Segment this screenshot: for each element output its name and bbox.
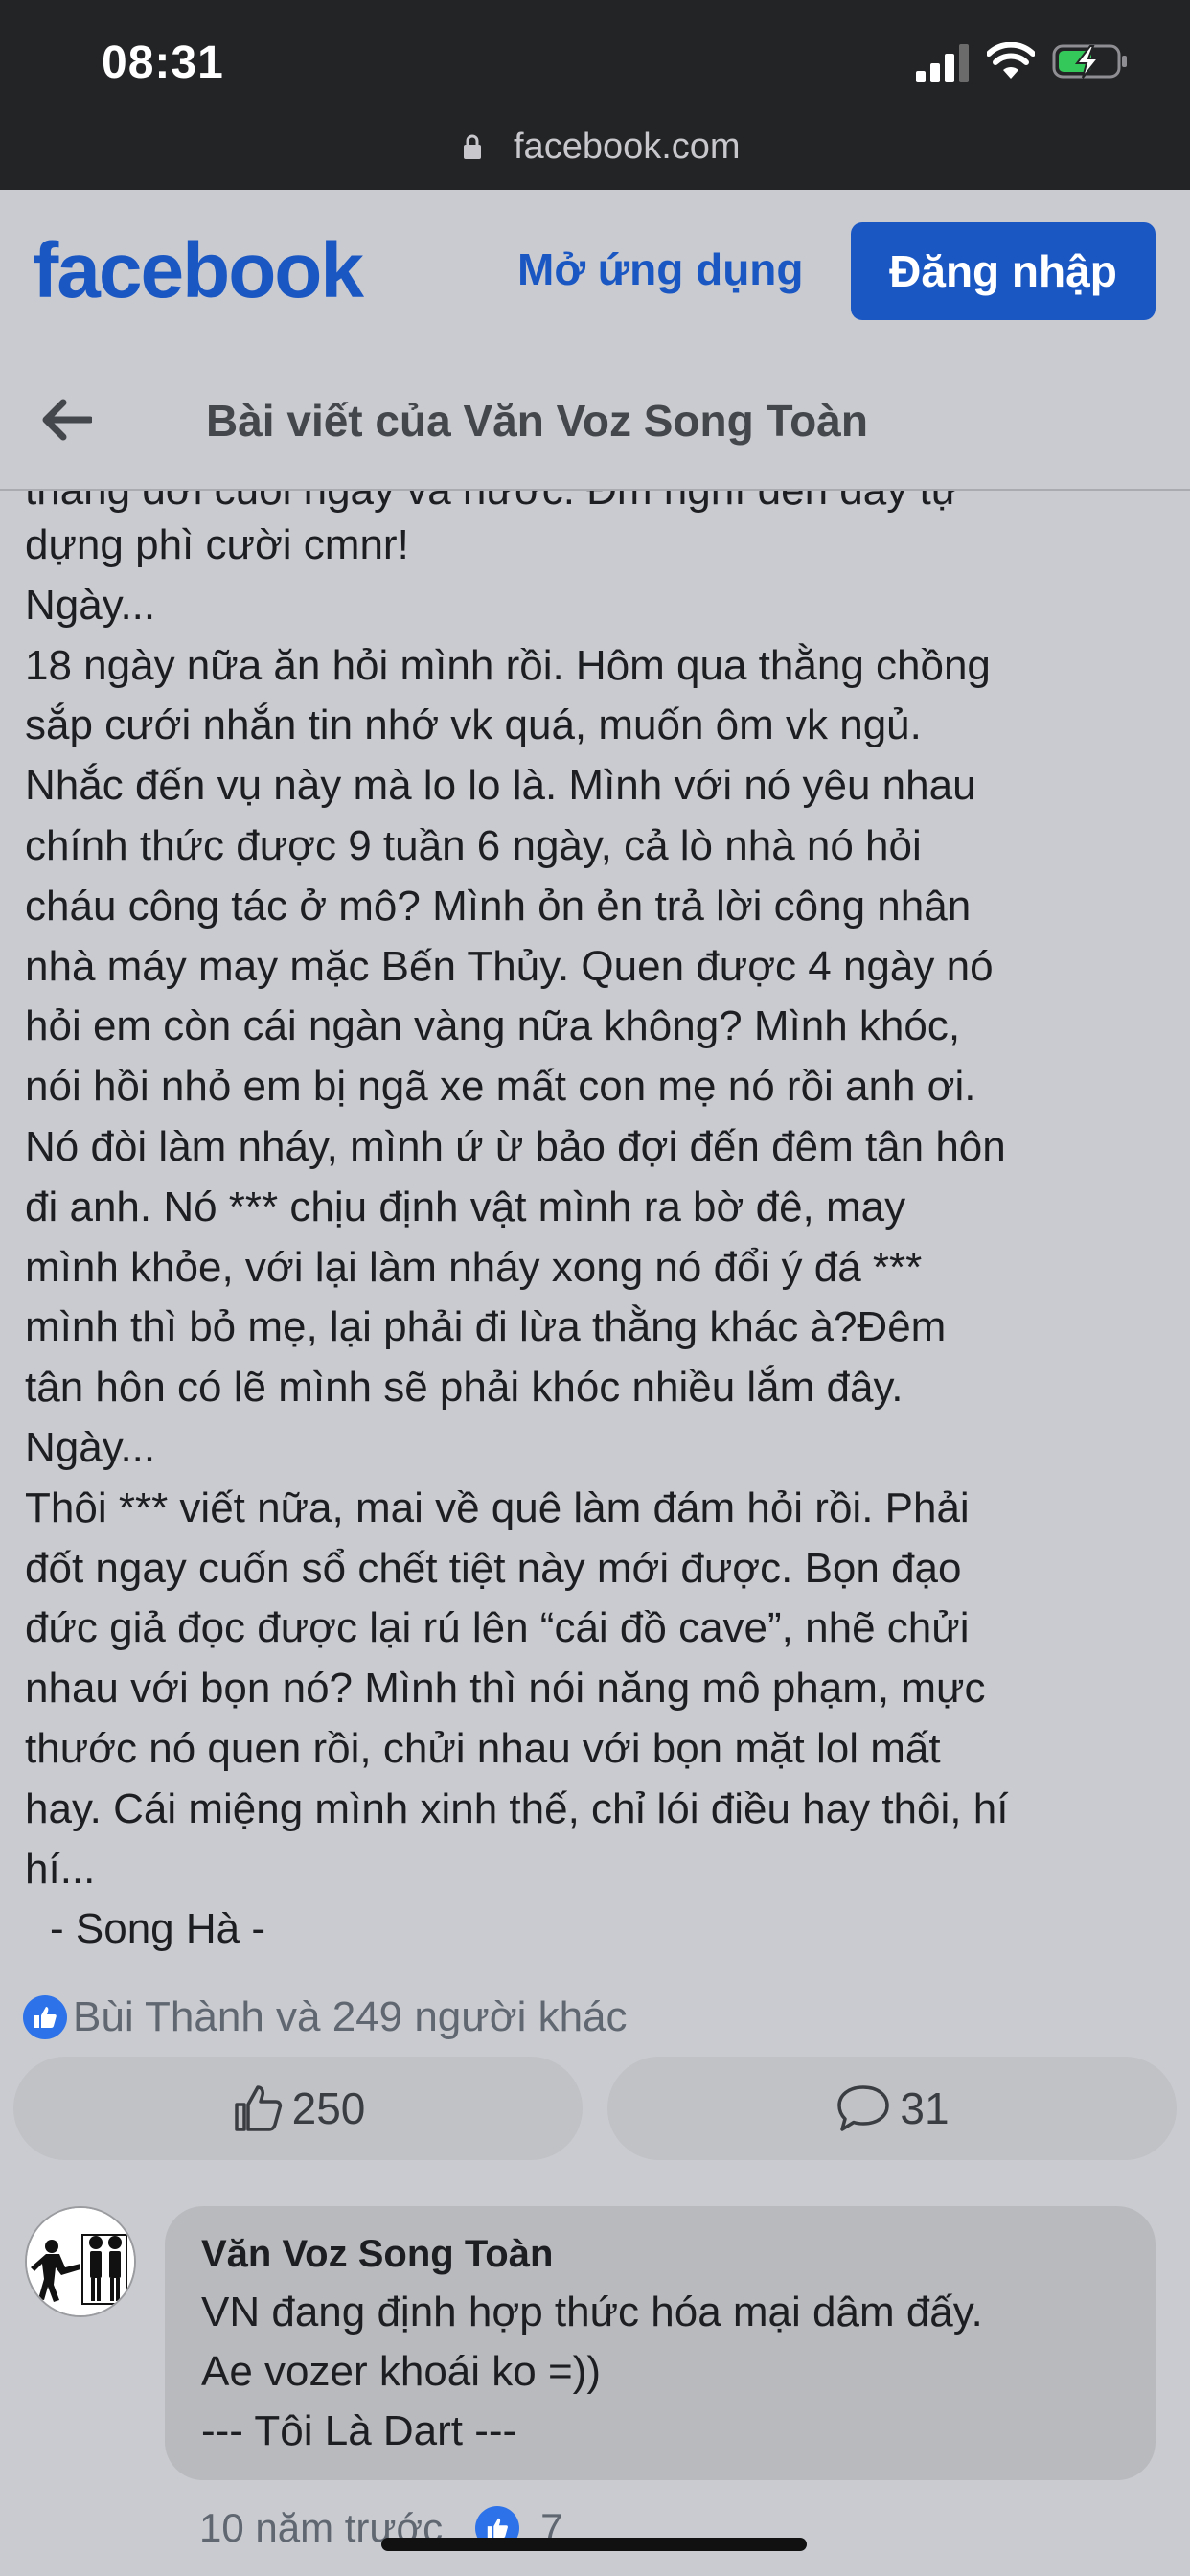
post-line: nói hồi nhỏ em bị ngã xe mất con mẹ nó r… — [25, 1063, 976, 1111]
post-line: sắp cưới nhắn tin nhớ vk quá, muốn ôm vk… — [25, 702, 922, 749]
status-time: 08:31 — [102, 37, 224, 88]
post-line: dựng phì cười cmnr! — [25, 521, 409, 568]
comment-button[interactable]: 31 — [607, 2057, 1177, 2160]
post-line: mình thì bỏ mẹ, lại phải đi lừa thằng kh… — [25, 1303, 947, 1351]
like-icon — [23, 1995, 67, 2039]
facebook-header: facebook Mở ứng dụng Đăng nhập — [0, 190, 1190, 355]
status-bar: 08:31 — [0, 0, 1190, 113]
post-line: Nó đòi làm nháy, mình ứ ừ bảo đợi đến đê… — [25, 1122, 1006, 1170]
post-line: hay. Cái miệng mình xinh thế, chỉ lói đi… — [25, 1784, 1009, 1832]
post-line: đi anh. Nó *** chịu định vật mình ra bờ … — [25, 1183, 906, 1230]
post-line: tân hôn có lẽ mình sẽ phải khóc nhiều lắ… — [25, 1364, 904, 1412]
like-icon — [234, 2085, 282, 2131]
reactions-text: Bùi Thành và 249 người khác — [73, 1993, 628, 2040]
post-line: thước nó quen rồi, chửi nhau với bọn mặt… — [25, 1724, 941, 1772]
comment-count: 31 — [900, 2083, 950, 2133]
post-line: đốt ngay cuốn sổ chết tiệt này mới được.… — [25, 1544, 962, 1592]
comment-author[interactable]: Văn Voz Song Toàn — [201, 2233, 553, 2276]
post-line: Thôi *** viết nữa, mai về quê làm đám hỏ… — [25, 1484, 970, 1531]
like-count: 250 — [291, 2083, 366, 2133]
page-title: Bài viết của Văn Voz Song Toàn — [206, 396, 868, 446]
lock-icon — [464, 134, 481, 159]
post-line: đức giả đọc được lại rú lên “cái đồ cave… — [25, 1604, 970, 1652]
home-indicator[interactable] — [381, 2538, 807, 2551]
reactions-summary[interactable]: Bùi Thành và 249 người khác — [23, 1990, 628, 2045]
post-line: Ngày... — [25, 1423, 156, 1471]
login-button[interactable]: Đăng nhập — [851, 222, 1156, 320]
post-line: cháu công tác ở mô? Mình ỏn ẻn trả lời c… — [25, 882, 972, 930]
comment-bubble: Văn Voz Song Toàn VN đang định hợp thức … — [165, 2206, 1156, 2480]
post-line: nhau với bọn nó? Mình thì nói năng mô ph… — [25, 1665, 986, 1713]
comment-text: VN đang định hợp thức hóa mại dâm đấy. A… — [201, 2283, 983, 2461]
comment-line: Ae vozer khoái ko =)) — [201, 2348, 601, 2395]
comment-icon — [837, 2085, 890, 2131]
post-line: Nhắc đến vụ này mà lo lo là. Mình với nó… — [25, 762, 976, 810]
post-line: hỏi em còn cái ngàn vàng nữa không? Mình… — [25, 1002, 961, 1050]
post-signature: - Song Hà - — [50, 1905, 265, 1953]
battery-charging-icon — [1052, 44, 1127, 79]
post-line: Ngày... — [25, 581, 156, 629]
post-line: 18 ngày nữa ăn hỏi mình rồi. Hôm qua thằ… — [25, 641, 991, 689]
post-text: dựng phì cười cmnr! Ngày... 18 ngày nữa … — [25, 516, 1175, 1960]
post-line: nhà máy may mặc Bến Thủy. Quen được 4 ng… — [25, 942, 994, 990]
avatar-image[interactable] — [25, 2206, 136, 2317]
post-line: mình khỏe, với lại làm nháy xong nó đổi … — [25, 1243, 923, 1291]
back-arrow-icon[interactable] — [40, 399, 92, 441]
facebook-logo[interactable]: facebook — [33, 226, 364, 316]
post-title-bar: Bài viết của Văn Voz Song Toàn — [0, 355, 1190, 491]
post-line: hí... — [25, 1845, 96, 1893]
signal-icon — [916, 44, 969, 82]
url-text: facebook.com — [514, 126, 741, 167]
open-app-link[interactable]: Mở ứng dụng — [517, 243, 803, 295]
post-line: chính thức được 9 tuần 6 ngày, cả lò nhà… — [25, 821, 922, 869]
url-bar[interactable]: facebook.com — [0, 113, 1190, 190]
like-button[interactable]: 250 — [13, 2057, 583, 2160]
comment-line: VN đang định hợp thức hóa mại dâm đấy. — [201, 2288, 983, 2335]
wifi-icon — [987, 42, 1035, 79]
comment-line: --- Tôi Là Dart --- — [201, 2407, 517, 2454]
